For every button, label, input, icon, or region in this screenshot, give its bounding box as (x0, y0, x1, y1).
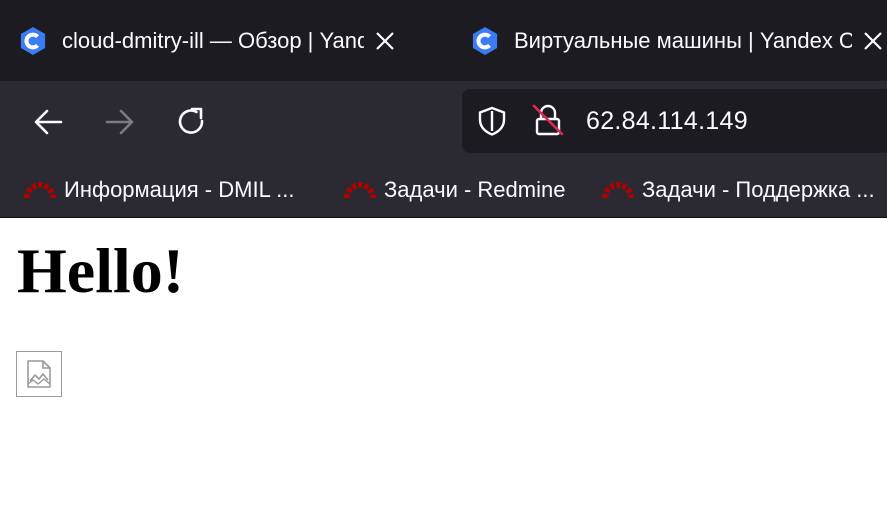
yandex-cloud-icon (18, 26, 48, 56)
back-button[interactable] (30, 104, 66, 140)
bookmark-label: Задачи - Поддержка ... (642, 177, 875, 202)
broken-image (16, 351, 62, 397)
bookmark-information-dmil[interactable]: Информация - DMIL ... (24, 163, 294, 217)
tab-title: cloud-dmitry-ill — Обзор | Yandex (62, 27, 364, 53)
shield-icon[interactable] (476, 105, 508, 137)
bookmark-label: Задачи - Redmine (384, 177, 566, 202)
redmine-icon (602, 182, 634, 199)
url-text[interactable]: 62.84.114.149 (586, 107, 748, 136)
bookmark-label: Информация - DMIL ... (64, 177, 295, 202)
close-tab-icon[interactable] (860, 28, 886, 54)
yandex-cloud-icon (470, 26, 500, 56)
navigation-toolbar: 62.84.114.149 (0, 81, 887, 163)
forward-button[interactable] (102, 104, 138, 140)
back-arrow-icon (34, 109, 63, 135)
tab-virtual-machines[interactable]: Виртуальные машины | Yandex Cloud (470, 0, 887, 81)
reload-icon (178, 107, 204, 134)
bookmark-tasks-support[interactable]: Задачи - Поддержка ... (602, 163, 875, 217)
tab-title: Виртуальные машины | Yandex Cloud (514, 27, 852, 53)
reload-button[interactable] (174, 104, 210, 140)
broken-image-icon (27, 360, 51, 388)
page-heading: Hello! (17, 235, 185, 306)
bookmarks-toolbar: Информация - DMIL ... Задачи - Redmine З… (0, 163, 887, 218)
forward-arrow-icon (105, 109, 134, 135)
address-bar[interactable]: 62.84.114.149 (462, 89, 887, 153)
bookmark-tasks-redmine[interactable]: Задачи - Redmine (344, 163, 565, 217)
insecure-lock-icon[interactable] (532, 103, 564, 137)
tab-bar: cloud-dmitry-ill — Обзор | Yandex Виртуа… (0, 0, 887, 81)
redmine-icon (24, 182, 56, 199)
close-tab-icon[interactable] (372, 28, 398, 54)
tab-overview[interactable]: cloud-dmitry-ill — Обзор | Yandex (18, 0, 436, 81)
redmine-icon (344, 182, 376, 199)
page-content: Hello! (0, 218, 887, 514)
